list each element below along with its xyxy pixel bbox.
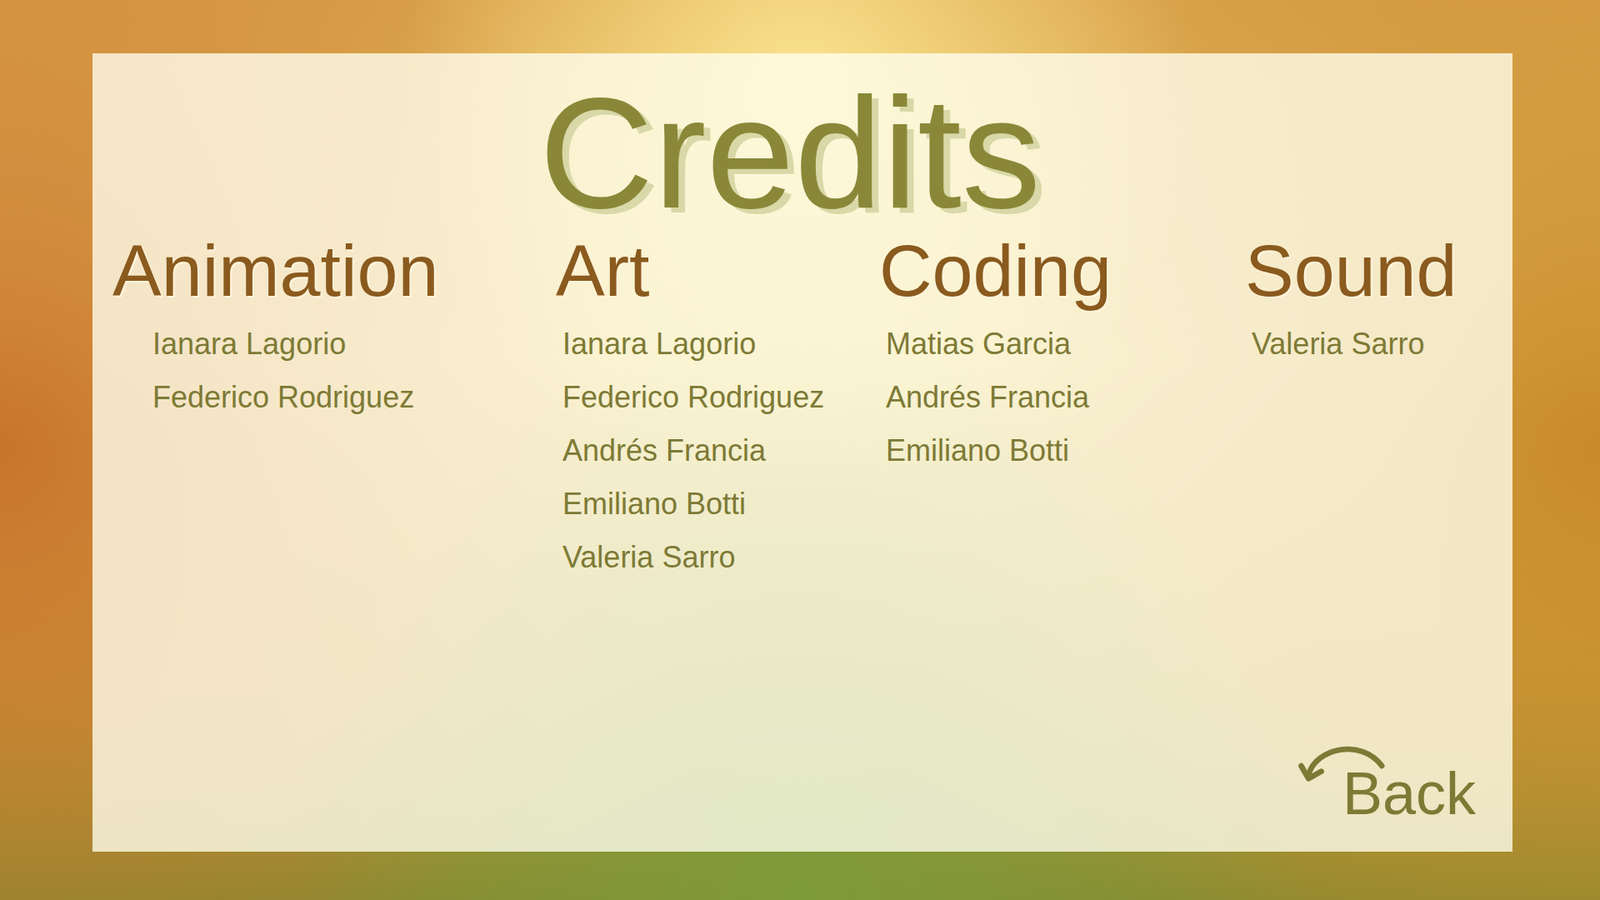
name-list: Matias GarciaAndrés FranciaEmiliano Bott…	[879, 317, 1245, 478]
credit-name: Federico Rodriguez	[152, 370, 556, 425]
credits-section: Art Ianara LagorioFederico RodriguezAndr…	[555, 228, 880, 585]
credits-section: Coding Matias GarciaAndrés FranciaEmilia…	[879, 228, 1245, 585]
credits-section: Sound Valeria Sarro	[1245, 228, 1493, 585]
credit-name: Valeria Sarro	[1251, 317, 1493, 371]
credits-panel: Credits Animation Ianara LagorioFederico…	[92, 53, 1513, 852]
credit-name: Ianara Lagorio	[562, 317, 880, 371]
panel-footer: Back	[112, 738, 1493, 827]
section-heading: Animation	[112, 228, 556, 313]
credit-name: Emiliano Botti	[885, 424, 1245, 478]
section-heading: Coding	[879, 228, 1245, 313]
credit-name: Valeria Sarro	[562, 530, 880, 585]
section-heading: Sound	[1245, 228, 1493, 313]
credit-name: Federico Rodriguez	[562, 370, 880, 425]
credit-name: Emiliano Botti	[562, 477, 880, 531]
section-heading: Art	[555, 228, 880, 313]
credits-screen: Credits Animation Ianara LagorioFederico…	[0, 0, 1600, 900]
credits-columns: Animation Ianara LagorioFederico Rodrigu…	[112, 228, 1493, 585]
name-list: Valeria Sarro	[1245, 317, 1493, 371]
credit-name: Matias Garcia	[885, 317, 1245, 371]
credits-title: Credits	[112, 70, 1493, 237]
name-list: Ianara LagorioFederico RodriguezAndrés F…	[555, 317, 880, 585]
credit-name: Andrés Francia	[885, 370, 1245, 425]
name-list: Ianara LagorioFederico Rodriguez	[112, 317, 556, 425]
credit-name: Andrés Francia	[562, 424, 880, 478]
credits-section: Animation Ianara LagorioFederico Rodrigu…	[112, 228, 556, 585]
back-button[interactable]: Back	[1297, 738, 1493, 827]
credit-name: Ianara Lagorio	[152, 317, 556, 371]
